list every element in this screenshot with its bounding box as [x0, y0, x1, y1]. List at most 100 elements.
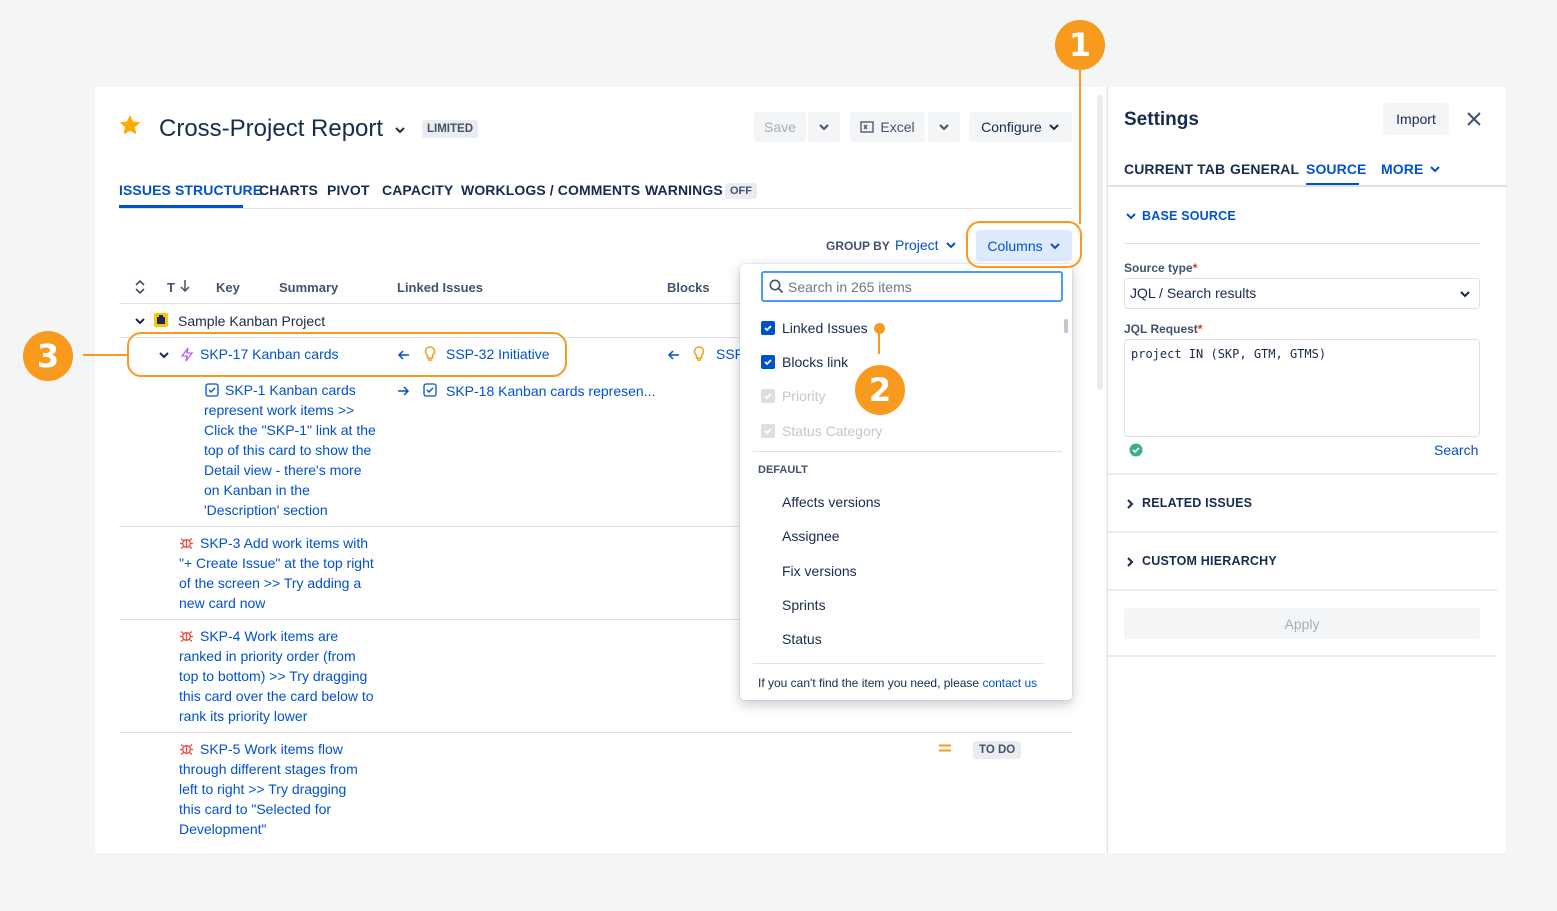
expand-chevron-right-icon[interactable] — [1125, 498, 1135, 510]
settings-tab-more[interactable]: MORE — [1381, 161, 1441, 177]
settings-tab-general[interactable]: GENERAL — [1230, 161, 1299, 177]
collapse-chevron-icon[interactable] — [134, 316, 146, 326]
excel-icon — [860, 121, 875, 133]
option-blocks-link[interactable]: Blocks link — [782, 354, 848, 370]
section-divider — [1108, 531, 1497, 533]
settings-tab-current[interactable]: CURRENT TAB — [1124, 161, 1225, 177]
panel-scrollbar[interactable] — [1097, 95, 1103, 390]
jql-value: project IN (SKP, GTM, GTMS) — [1131, 347, 1327, 361]
tab-charts[interactable]: CHARTS — [259, 182, 318, 198]
issue-link-skp-1-line-7[interactable]: 'Description' section — [204, 500, 328, 520]
groupby-select[interactable]: Project — [895, 237, 957, 253]
header-summary[interactable]: Summary — [279, 280, 338, 295]
row-divider — [119, 732, 1072, 733]
source-type-select[interactable]: JQL / Search results — [1124, 278, 1480, 309]
save-options-button[interactable] — [808, 112, 840, 142]
issue-link-skp-3-line-3[interactable]: of the screen >> Try adding a — [179, 573, 361, 593]
tab-warnings[interactable]: WARNINGS — [645, 182, 723, 198]
columns-search-input[interactable]: Search in 265 items — [761, 271, 1063, 302]
dropdown-scrollbar[interactable] — [1064, 310, 1068, 650]
related-issues-heading[interactable]: RELATED ISSUES — [1142, 496, 1252, 510]
option-linked-issues[interactable]: Linked Issues — [782, 320, 868, 336]
callout-2-connector — [878, 330, 880, 354]
settings-title: Settings — [1124, 109, 1199, 130]
issue-link-skp-4-line-1[interactable]: SKP-4 Work items are — [200, 626, 338, 646]
search-link[interactable]: Search — [1434, 442, 1478, 458]
checkbox-linked-issues[interactable] — [761, 321, 775, 335]
custom-hierarchy-heading[interactable]: CUSTOM HIERARCHY — [1142, 554, 1277, 568]
issue-link-skp-3-line-1[interactable]: SKP-3 Add work items with — [200, 533, 368, 553]
save-button[interactable]: Save — [754, 112, 806, 142]
excel-button[interactable]: Excel — [850, 112, 925, 142]
issue-link-skp-5-line-1[interactable]: SKP-5 Work items flow — [200, 739, 343, 759]
issue-link-skp-1-line-6[interactable]: on Kanban in the — [204, 480, 310, 500]
issue-link-skp-1-line-2[interactable]: represent work items >> — [204, 400, 354, 420]
header-blocks[interactable]: Blocks — [667, 280, 710, 295]
jql-label-text: JQL Request — [1124, 322, 1198, 336]
issue-link-skp-1-line-1[interactable]: SKP-1 Kanban cards — [225, 380, 356, 400]
issue-link-skp-4-line-4[interactable]: this card over the card below to — [179, 686, 374, 706]
source-type-label-text: Source type — [1124, 261, 1193, 275]
status-badge: TO DO — [973, 741, 1022, 759]
apply-button[interactable]: Apply — [1124, 608, 1480, 639]
expand-chevron-icon[interactable] — [1125, 211, 1137, 221]
option-assignee[interactable]: Assignee — [782, 528, 840, 544]
callout-1-highlight — [966, 221, 1082, 268]
issue-link-skp-1-line-5[interactable]: Detail view - there's more — [204, 460, 362, 480]
header-linked-issues[interactable]: Linked Issues — [397, 280, 483, 295]
checkbox-blocks-link[interactable] — [761, 355, 775, 369]
bug-icon — [180, 744, 193, 755]
option-affects-versions[interactable]: Affects versions — [782, 494, 881, 510]
tabs-divider — [119, 208, 1072, 209]
option-fix-versions[interactable]: Fix versions — [782, 563, 857, 579]
issue-link-skp-1-line-3[interactable]: Click the "SKP-1" link at the — [204, 420, 376, 440]
sort-icon[interactable] — [135, 280, 145, 294]
star-icon[interactable] — [118, 114, 142, 136]
excel-options-button[interactable] — [928, 112, 960, 142]
option-sprints[interactable]: Sprints — [782, 597, 826, 613]
issue-link-skp-5-line-2[interactable]: through different stages from — [179, 759, 358, 779]
chevron-down-icon — [1430, 166, 1441, 173]
project-icon — [154, 313, 168, 327]
source-type-value: JQL / Search results — [1130, 285, 1257, 301]
import-button[interactable]: Import — [1383, 103, 1449, 135]
expand-chevron-right-icon[interactable] — [1125, 556, 1135, 568]
jql-textarea[interactable]: project IN (SKP, GTM, GTMS) — [1124, 339, 1480, 437]
checkbox-status-category — [761, 424, 775, 438]
configure-button[interactable]: Configure — [969, 112, 1072, 142]
issue-link-skp-4-line-5[interactable]: rank its priority lower — [179, 706, 307, 726]
tab-pivot[interactable]: PIVOT — [327, 182, 370, 198]
tab-capacity[interactable]: CAPACITY — [382, 182, 453, 198]
settings-tab-source[interactable]: SOURCE — [1306, 161, 1367, 177]
issue-link-skp-4-line-2[interactable]: ranked in priority order (from — [179, 646, 356, 666]
option-priority: Priority — [782, 388, 826, 404]
groupby-label: GROUP BY — [826, 239, 890, 253]
linked-issue-skp-18[interactable]: SKP-18 Kanban cards represen... — [446, 381, 655, 401]
issue-link-skp-1-line-4[interactable]: top of this card to show the — [204, 440, 371, 460]
settings-tabs-divider — [1108, 185, 1507, 187]
title-chevron-down-icon[interactable] — [394, 125, 406, 135]
issue-link-skp-5-line-3[interactable]: left to right >> Try dragging — [179, 779, 346, 799]
header-type[interactable]: T — [167, 280, 175, 295]
issue-link-skp-4-line-3[interactable]: top to bottom) >> Try dragging — [179, 666, 367, 686]
issue-link-skp-3-line-2[interactable]: "+ Create Issue" at the top right — [179, 553, 374, 573]
callout-badge-1: 1 — [1055, 20, 1105, 70]
callout-badge-2: 2 — [855, 365, 905, 415]
source-type-label: Source type* — [1124, 261, 1197, 275]
header-key[interactable]: Key — [216, 280, 240, 295]
callout-3-connector — [83, 354, 128, 356]
contact-us-link[interactable]: contact us — [982, 676, 1037, 690]
dropdown-footer: If you can't find the item you need, ple… — [758, 676, 1037, 690]
dropdown-scroll-thumb[interactable] — [1064, 319, 1068, 333]
issue-link-skp-3-line-4[interactable]: new card now — [179, 593, 265, 613]
issue-link-skp-5-line-4[interactable]: this card to "Selected for — [179, 799, 331, 819]
tab-issues-structure[interactable]: ISSUES STRUCTURE — [119, 182, 262, 198]
issue-link-skp-5-line-5[interactable]: Development" — [179, 819, 266, 839]
close-icon[interactable] — [1466, 111, 1482, 127]
callout-badge-3: 3 — [23, 331, 73, 381]
tab-worklogs-comments[interactable]: WORKLOGS / COMMENTS — [461, 182, 640, 198]
option-status[interactable]: Status — [782, 631, 822, 647]
checkmark-icon — [764, 428, 772, 435]
base-source-heading[interactable]: BASE SOURCE — [1142, 209, 1236, 223]
group-name: Sample Kanban Project — [178, 313, 326, 329]
